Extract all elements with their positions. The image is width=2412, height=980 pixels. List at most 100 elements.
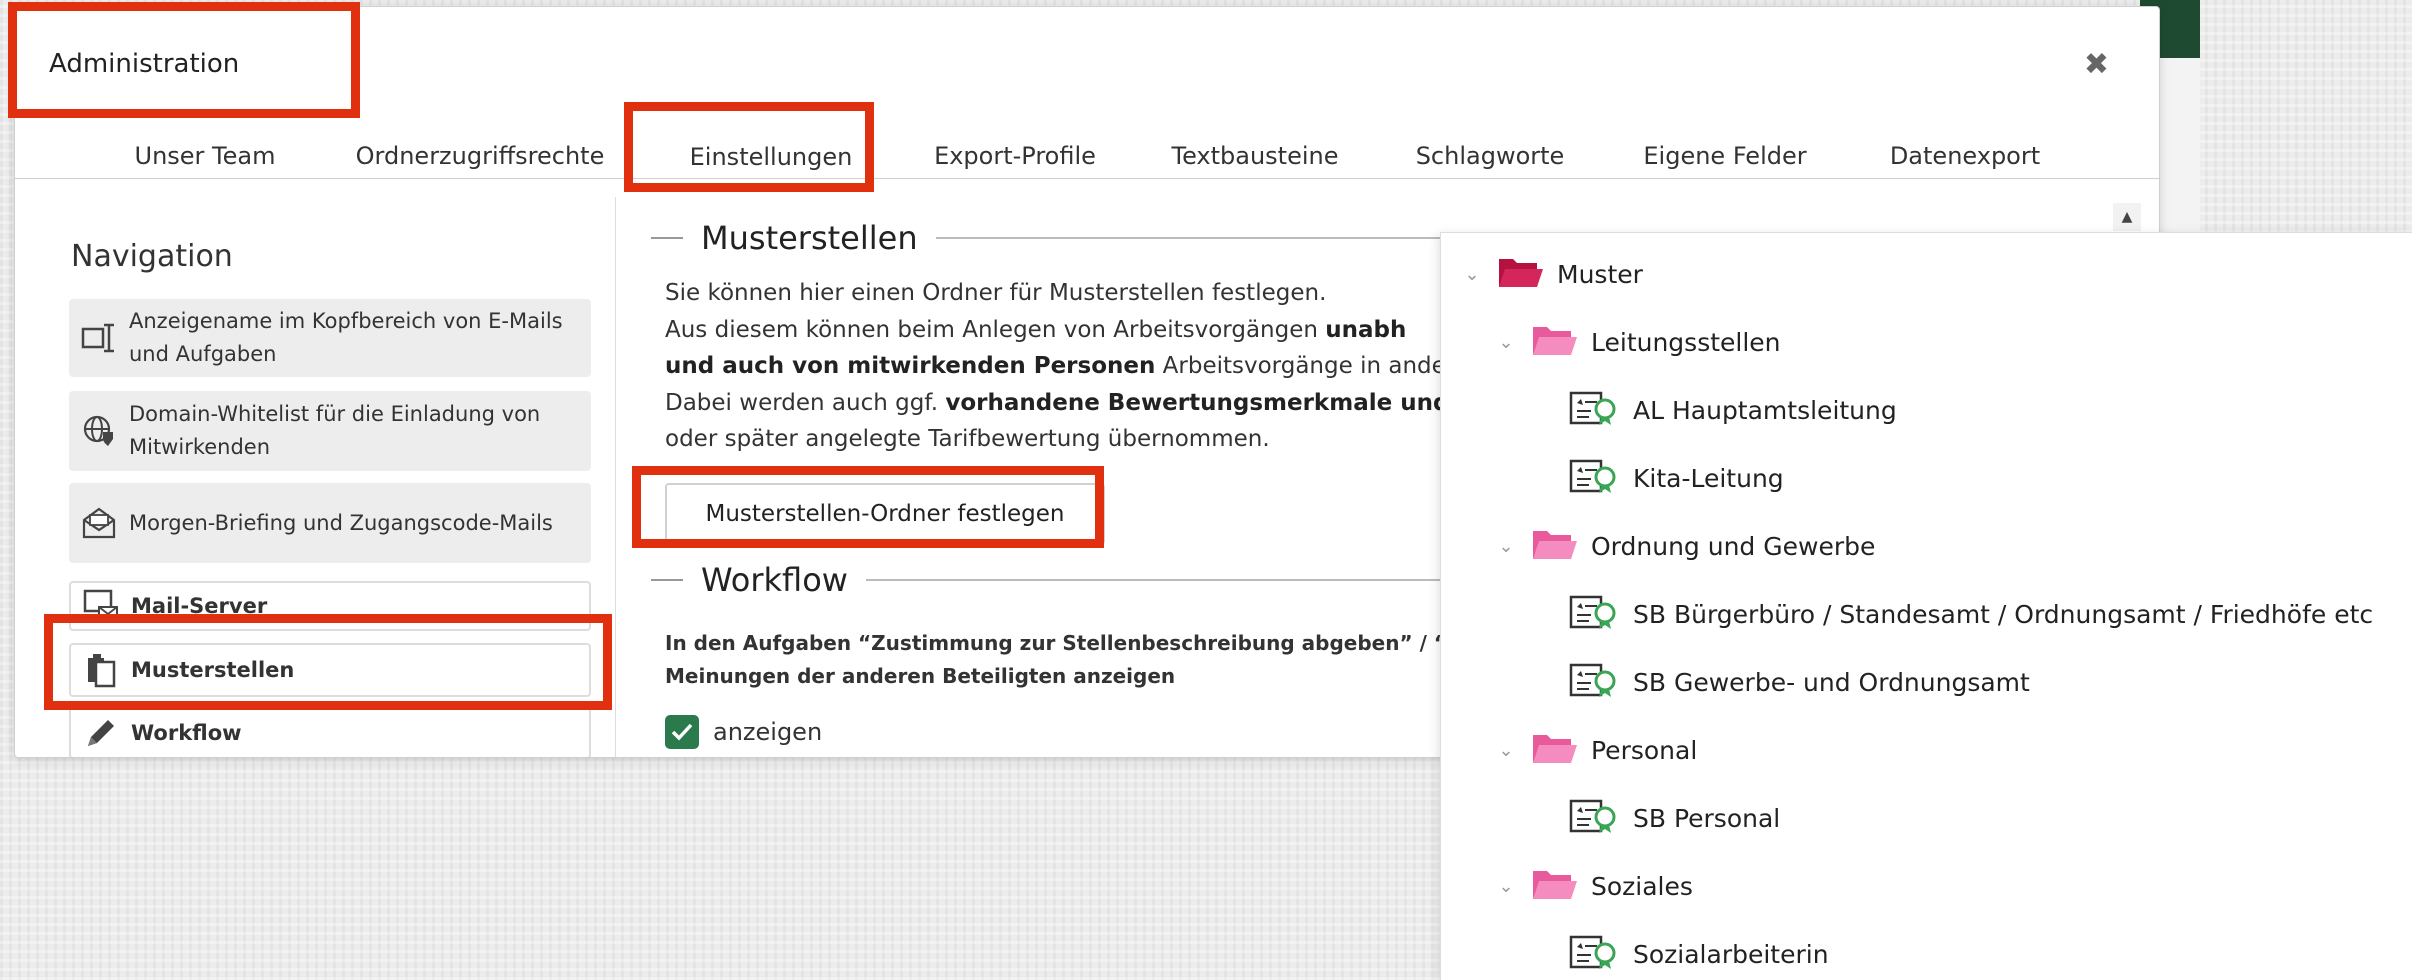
- sidebar-item-musterstellen[interactable]: Musterstellen: [69, 643, 591, 697]
- navigation-heading: Navigation: [71, 239, 233, 274]
- position-certificate-icon: [1569, 593, 1619, 635]
- tab-bar: Unser Team Ordnerzugriffsrechte Einstell…: [15, 123, 2159, 179]
- intro-line: oder später angelegte Tarifbewertung übe…: [665, 426, 1270, 452]
- workflow-title: Workflow: [701, 561, 848, 599]
- tree-folder-soziales[interactable]: ⌄ Soziales: [1493, 865, 1693, 907]
- tab-label: Schlagworte: [1415, 142, 1565, 170]
- tree-position-kita-leitung[interactable]: Kita-Leitung: [1569, 457, 1784, 499]
- sidebar-item-morning-briefing[interactable]: Morgen-Briefing und Zugangscode-Mails: [69, 483, 591, 563]
- position-certificate-icon: [1569, 457, 1619, 499]
- tab-label: Ordnerzugriffsrechte: [355, 142, 605, 170]
- clipboard-copy-icon: [71, 652, 131, 688]
- tab-export-profile[interactable]: Export-Profile: [895, 133, 1135, 179]
- sidebar-item-mail-server[interactable]: Mail-Server: [69, 581, 591, 631]
- globe-shield-icon: [69, 414, 129, 448]
- tab-einstellungen[interactable]: Einstellungen: [647, 133, 895, 180]
- envelope-icon: [69, 506, 129, 540]
- tree-item-label: Muster: [1557, 259, 1643, 289]
- tree-item-label: SB Gewerbe- und Ordnungsamt: [1633, 667, 2030, 697]
- sidebar-item-label: Workflow: [131, 720, 242, 745]
- tree-item-label: SB Personal: [1633, 803, 1781, 833]
- pencil-icon: [71, 716, 131, 750]
- tab-label: Export-Profile: [934, 142, 1096, 170]
- position-certificate-icon: [1569, 389, 1619, 431]
- tab-label: Textbausteine: [1171, 142, 1339, 170]
- chevron-down-icon[interactable]: ⌄: [1493, 876, 1519, 897]
- modal-title: Administration: [49, 49, 240, 79]
- close-icon[interactable]: ✖: [2084, 47, 2109, 82]
- folder-open-icon: [1497, 253, 1543, 295]
- intro-text: Aus diesem können beim Anlegen von Arbei…: [665, 316, 1326, 343]
- intro-bold: vorhandene Bewertungsmerkmale und: [945, 389, 1450, 416]
- position-certificate-icon: [1569, 933, 1619, 975]
- chevron-down-icon[interactable]: ⌄: [1459, 264, 1485, 285]
- text-cursor-icon: [69, 321, 129, 355]
- tab-label: Datenexport: [1889, 142, 2041, 170]
- folder-tree-dropdown: ⌄ Muster ⌄ Leitungsstellen AL Hauptamtsl…: [1440, 232, 2412, 980]
- tree-folder-ordnung-und-gewerbe[interactable]: ⌄ Ordnung und Gewerbe: [1493, 525, 1875, 567]
- tree-item-label: Sozialarbeiterin: [1633, 939, 1829, 969]
- tab-unser-team[interactable]: Unser Team: [75, 133, 335, 179]
- position-certificate-icon: [1569, 661, 1619, 703]
- tab-textbausteine[interactable]: Textbausteine: [1135, 133, 1375, 179]
- sidebar-item-label: Mail-Server: [131, 593, 268, 618]
- folder-open-icon: [1531, 865, 1577, 907]
- tree-position-sb-gewerbe[interactable]: SB Gewerbe- und Ordnungsamt: [1569, 661, 2030, 703]
- folder-open-icon: [1531, 525, 1577, 567]
- set-musterstellen-folder-button[interactable]: Musterstellen-Ordner festlegen: [665, 483, 1105, 545]
- tab-ordnerzugriffsrechte[interactable]: Ordnerzugriffsrechte: [313, 133, 647, 179]
- tree-position-sb-personal[interactable]: SB Personal: [1569, 797, 1780, 839]
- intro-text: Dabei werden auch ggf.: [665, 389, 946, 416]
- tab-label: Einstellungen: [689, 142, 853, 171]
- mail-server-icon: [71, 589, 131, 623]
- tree-folder-muster[interactable]: ⌄ Muster: [1459, 253, 1643, 295]
- workflow-show-opinions-option: anzeigen: [665, 715, 822, 749]
- scroll-up-arrow-icon[interactable]: ▲: [2113, 203, 2141, 231]
- intro-line: und auch von mitwirkenden Personen Arbei…: [665, 348, 1465, 385]
- tree-position-sozialarbeiterin[interactable]: Sozialarbeiterin: [1569, 933, 1829, 975]
- intro-line: Dabei werden auch ggf. vorhandene Bewert…: [665, 385, 1465, 422]
- tree-item-label: Leitungsstellen: [1591, 327, 1781, 357]
- sidebar-item-display-name[interactable]: Anzeigename im Kopfbereich von E-Mails u…: [69, 299, 591, 377]
- position-certificate-icon: [1569, 797, 1619, 839]
- intro-bold: unabh: [1325, 316, 1407, 343]
- intro-text: Arbeitsvorgänge in ande: [1155, 353, 1446, 379]
- workflow-desc-line: Meinungen der anderen Beteiligten anzeig…: [665, 664, 1176, 688]
- tree-folder-personal[interactable]: ⌄ Personal: [1493, 729, 1697, 771]
- tree-item-label: Soziales: [1591, 871, 1693, 901]
- show-opinions-checkbox[interactable]: [665, 715, 699, 749]
- tree-item-label: AL Hauptamtsleitung: [1633, 395, 1897, 425]
- tree-position-sb-buergerbuero[interactable]: SB Bürgerbüro / Standesamt / Ordnungsamt…: [1569, 593, 2373, 635]
- tree-item-label: Kita-Leitung: [1633, 463, 1784, 493]
- tab-eigene-felder[interactable]: Eigene Felder: [1605, 133, 1845, 179]
- chevron-down-icon[interactable]: ⌄: [1493, 332, 1519, 353]
- chevron-down-icon[interactable]: ⌄: [1493, 740, 1519, 761]
- folder-open-icon: [1531, 321, 1577, 363]
- sidebar-item-domain-whitelist[interactable]: Domain-Whitelist für die Einladung von M…: [69, 391, 591, 471]
- intro-line: Aus diesem können beim Anlegen von Arbei…: [665, 312, 1465, 349]
- sidebar-item-label: Domain-Whitelist für die Einladung von M…: [129, 402, 541, 459]
- intro-bold: und auch von mitwirkenden Personen: [665, 353, 1156, 379]
- tab-datenexport[interactable]: Datenexport: [1845, 133, 2085, 179]
- musterstellen-description: Sie können hier einen Ordner für Musters…: [665, 275, 1465, 458]
- sidebar-divider: [615, 197, 616, 757]
- tab-schlagworte[interactable]: Schlagworte: [1375, 133, 1605, 179]
- musterstellen-title: Musterstellen: [701, 219, 918, 257]
- tab-label: Unser Team: [134, 142, 276, 170]
- tree-item-label: Ordnung und Gewerbe: [1591, 531, 1876, 561]
- checkmark-icon: [671, 723, 693, 741]
- sidebar-item-label: Morgen-Briefing und Zugangscode-Mails: [129, 510, 553, 535]
- show-opinions-label: anzeigen: [713, 718, 823, 746]
- sidebar-item-label: Musterstellen: [131, 657, 295, 682]
- intro-line: Sie können hier einen Ordner für Musters…: [665, 280, 1327, 306]
- tree-item-label: SB Bürgerbüro / Standesamt / Ordnungsamt…: [1633, 599, 2374, 629]
- tree-folder-leitungsstellen[interactable]: ⌄ Leitungsstellen: [1493, 321, 1781, 363]
- workflow-description: In den Aufgaben “Zustimmung zur Stellenb…: [665, 627, 1462, 693]
- sidebar-item-label: Anzeigename im Kopfbereich von E-Mails u…: [129, 309, 563, 366]
- workflow-desc-line: In den Aufgaben “Zustimmung zur Stellenb…: [665, 631, 1462, 655]
- tab-label: Eigene Felder: [1643, 142, 1807, 170]
- chevron-down-icon[interactable]: ⌄: [1493, 536, 1519, 557]
- sidebar-item-workflow[interactable]: Workflow: [69, 707, 591, 757]
- tree-position-al-hauptamtsleitung[interactable]: AL Hauptamtsleitung: [1569, 389, 1897, 431]
- tree-item-label: Personal: [1591, 735, 1698, 765]
